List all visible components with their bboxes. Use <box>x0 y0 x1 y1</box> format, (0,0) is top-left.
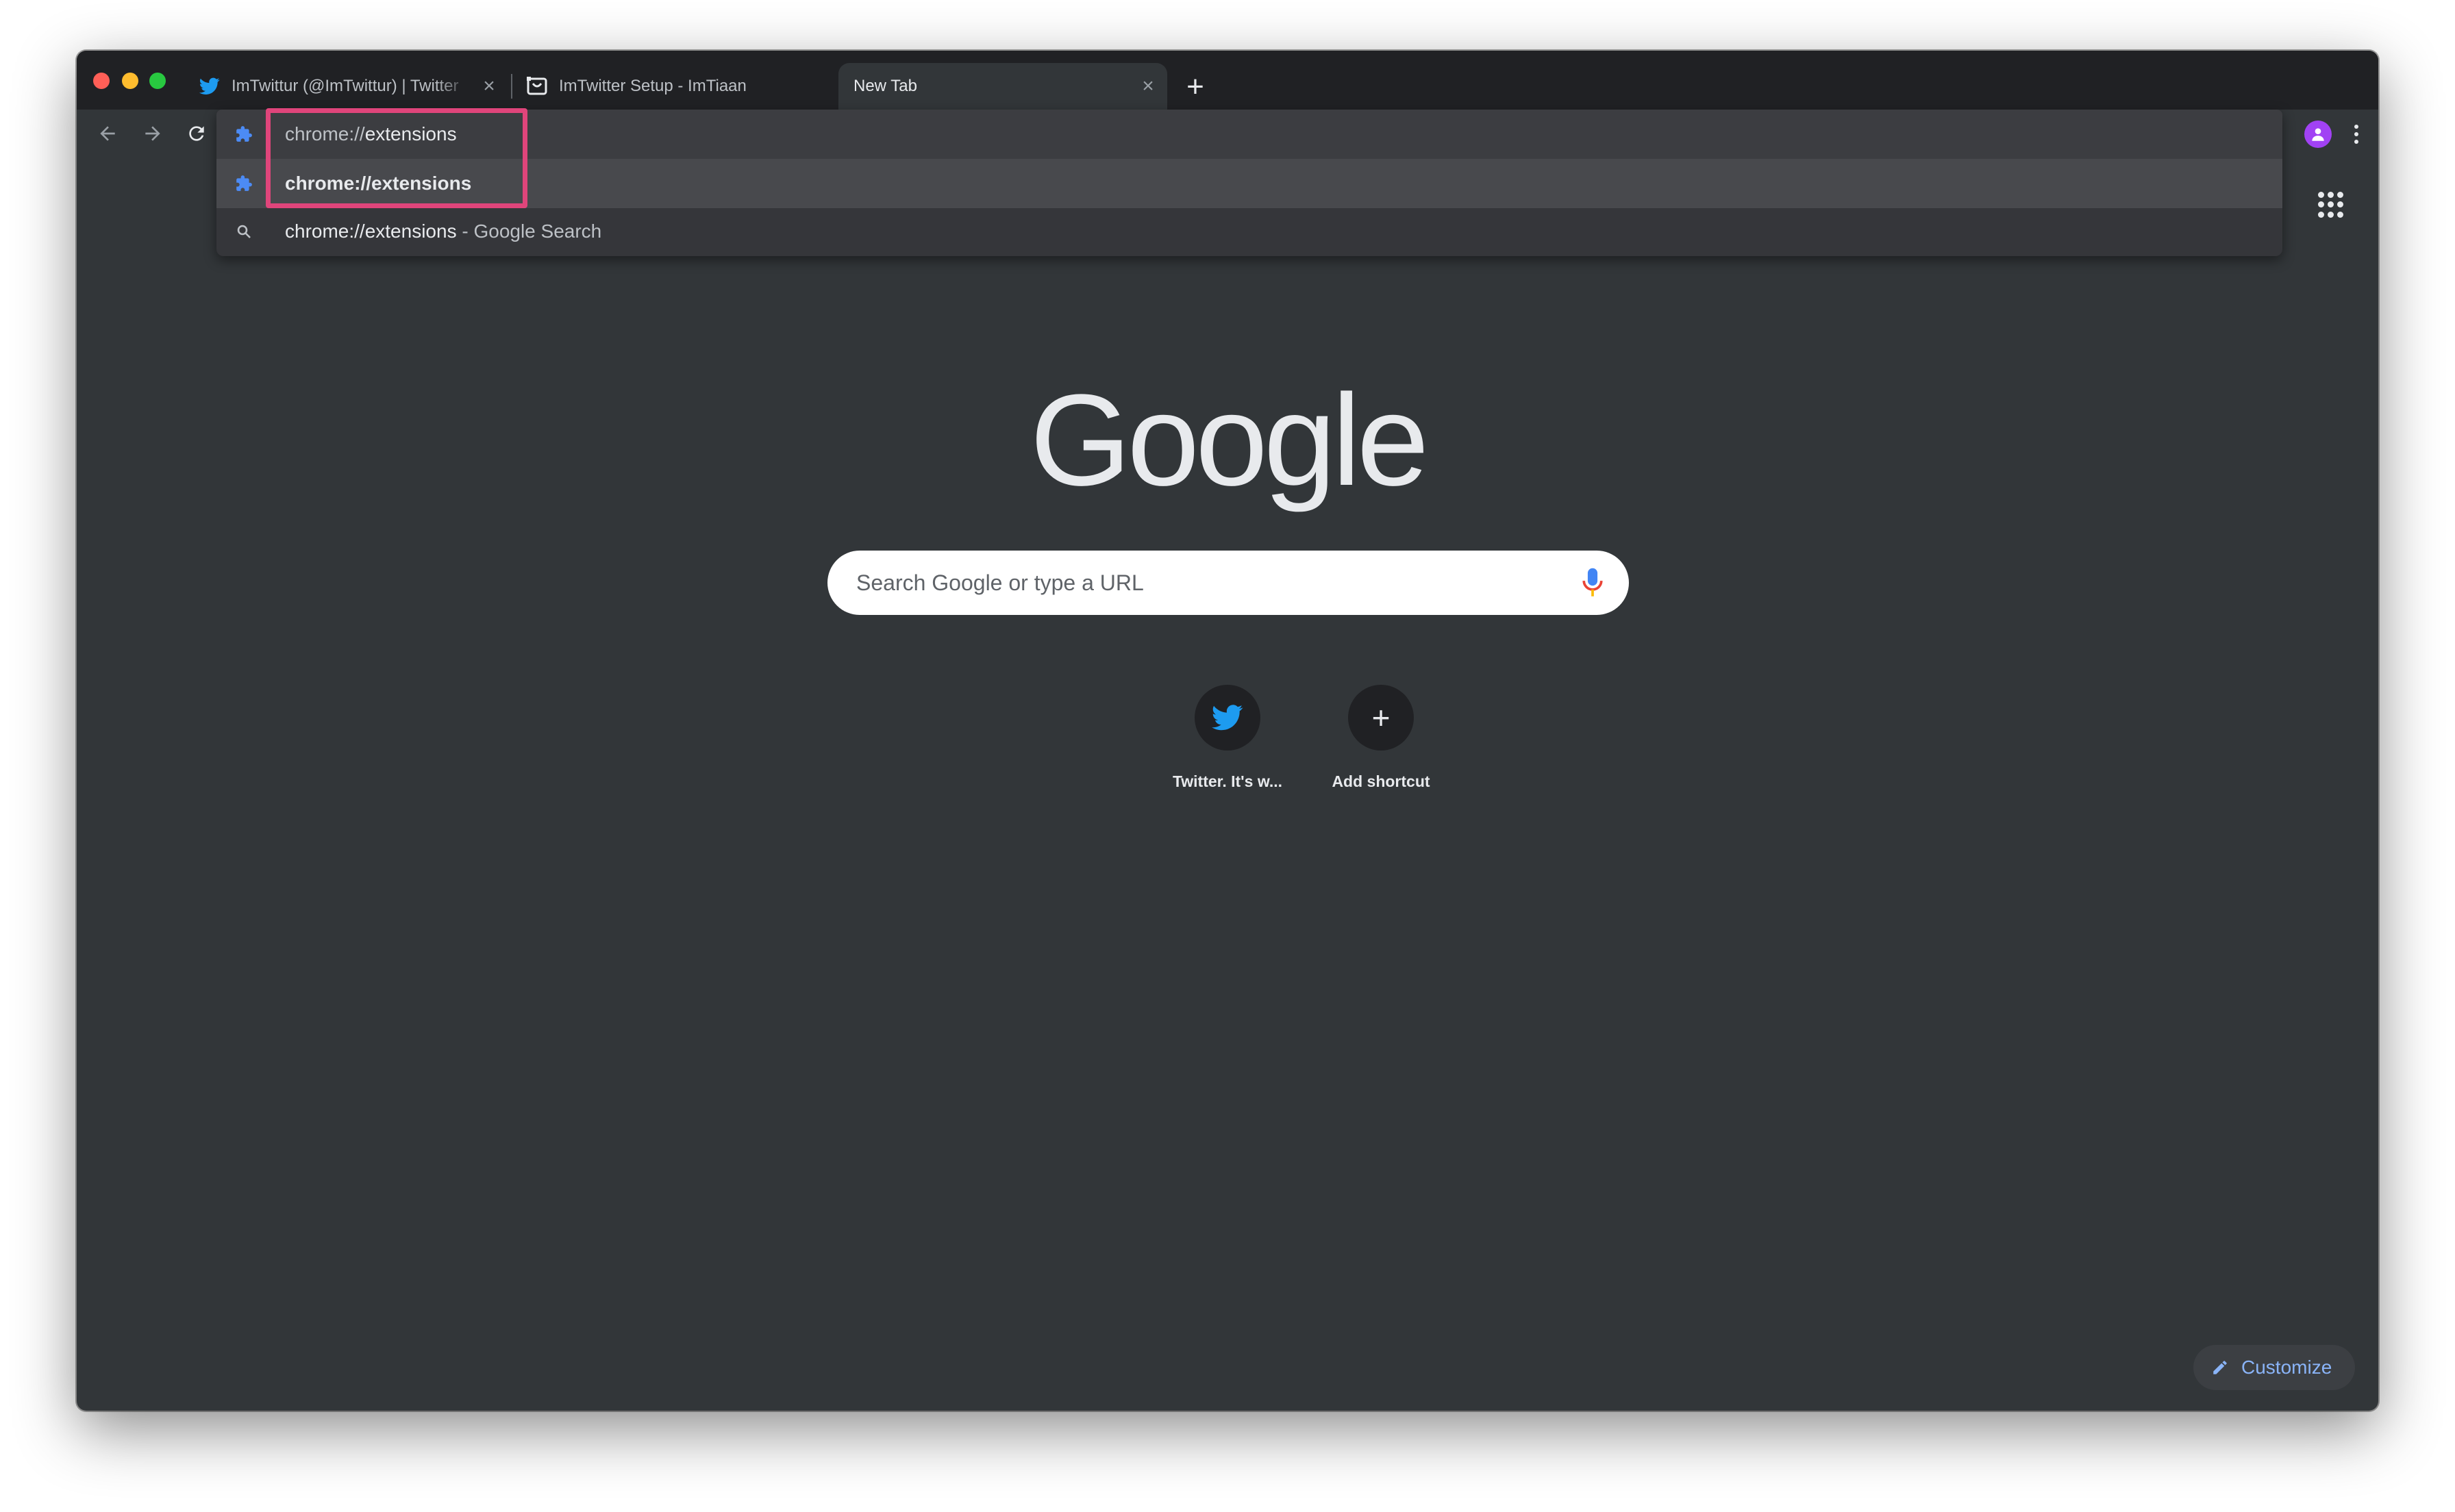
arrow-left-icon <box>100 126 115 141</box>
reload-icon <box>189 126 204 141</box>
close-window-button[interactable] <box>93 73 110 89</box>
address-prefix: chrome:// <box>285 123 365 144</box>
omnibox-suggestion[interactable]: chrome://extensions - Google Search <box>216 207 2282 256</box>
address-suffix: extensions <box>364 123 457 144</box>
tab-separator <box>511 74 512 99</box>
reload-button[interactable] <box>182 119 211 148</box>
tab-strip: ImTwittur (@ImTwittur) | Twitter × ImTwi… <box>77 51 2378 110</box>
tab-title: New Tab <box>853 77 917 95</box>
suggestion-engine: - Google Search <box>456 220 602 242</box>
more-menu-button[interactable] <box>2351 121 2362 148</box>
suggestion-text: chrome://extensions - Google Search <box>285 220 601 242</box>
add-shortcut-button[interactable]: + Add shortcut <box>1306 674 1456 811</box>
minimize-window-button[interactable] <box>122 73 138 89</box>
tab-close-icon[interactable]: × <box>479 76 499 97</box>
suggestion-query: chrome://extensions <box>285 220 457 242</box>
google-logo: Google <box>1030 368 1430 513</box>
tab-new-tab[interactable]: New Tab × <box>838 63 1167 110</box>
microphone-icon[interactable] <box>1581 567 1604 598</box>
address-bar[interactable]: chrome://extensions <box>216 110 2282 159</box>
arrow-right-icon <box>145 126 160 141</box>
tab-title: ImTwittur (@ImTwittur) | Twitter <box>232 77 459 95</box>
plus-icon: + <box>1371 700 1391 735</box>
google-apps-icon[interactable] <box>2318 192 2344 218</box>
shortcut-twitter[interactable]: Twitter. It's w... <box>1152 674 1303 811</box>
back-button[interactable] <box>93 119 122 148</box>
search-icon <box>234 222 253 241</box>
tab-twitter[interactable]: ImTwittur (@ImTwittur) | Twitter × <box>186 63 508 110</box>
shortcut-tile: + <box>1348 685 1414 751</box>
twitter-bird-icon <box>1212 705 1243 731</box>
profile-avatar-button[interactable] <box>2304 121 2332 148</box>
forward-button[interactable] <box>138 119 167 148</box>
app-window-icon <box>525 74 549 99</box>
search-input[interactable] <box>856 564 1528 601</box>
suggestion-url: chrome://extensions <box>285 173 472 194</box>
pencil-icon <box>2213 1361 2227 1374</box>
browser-window: ImTwittur (@ImTwittur) | Twitter × ImTwi… <box>77 51 2378 1411</box>
shortcut-label: Twitter. It's w... <box>1172 772 1283 790</box>
suggestion-text: chrome://extensions <box>285 173 471 194</box>
address-bar-text[interactable]: chrome://extensions <box>285 123 457 145</box>
shortcut-tile <box>1195 685 1260 751</box>
omnibox-suggestion[interactable]: chrome://extensions <box>216 159 2282 208</box>
search-box[interactable] <box>827 551 1629 615</box>
tab-close-icon[interactable]: × <box>1138 76 1158 97</box>
customize-label: Customize <box>2241 1357 2332 1378</box>
shortcut-label: Add shortcut <box>1332 772 1430 790</box>
twitter-bird-icon <box>197 74 222 99</box>
extension-puzzle-icon <box>234 125 253 144</box>
tab-title: ImTwitter Setup - ImTiaan <box>559 77 747 95</box>
maximize-window-button[interactable] <box>149 73 166 89</box>
extension-puzzle-icon <box>234 174 253 193</box>
omnibox-dropdown: chrome://extensions chrome://extensions … <box>216 110 2282 256</box>
person-icon <box>2312 128 2324 141</box>
new-tab-button[interactable]: + <box>1180 71 1211 103</box>
customize-button[interactable]: Customize <box>2193 1345 2355 1390</box>
